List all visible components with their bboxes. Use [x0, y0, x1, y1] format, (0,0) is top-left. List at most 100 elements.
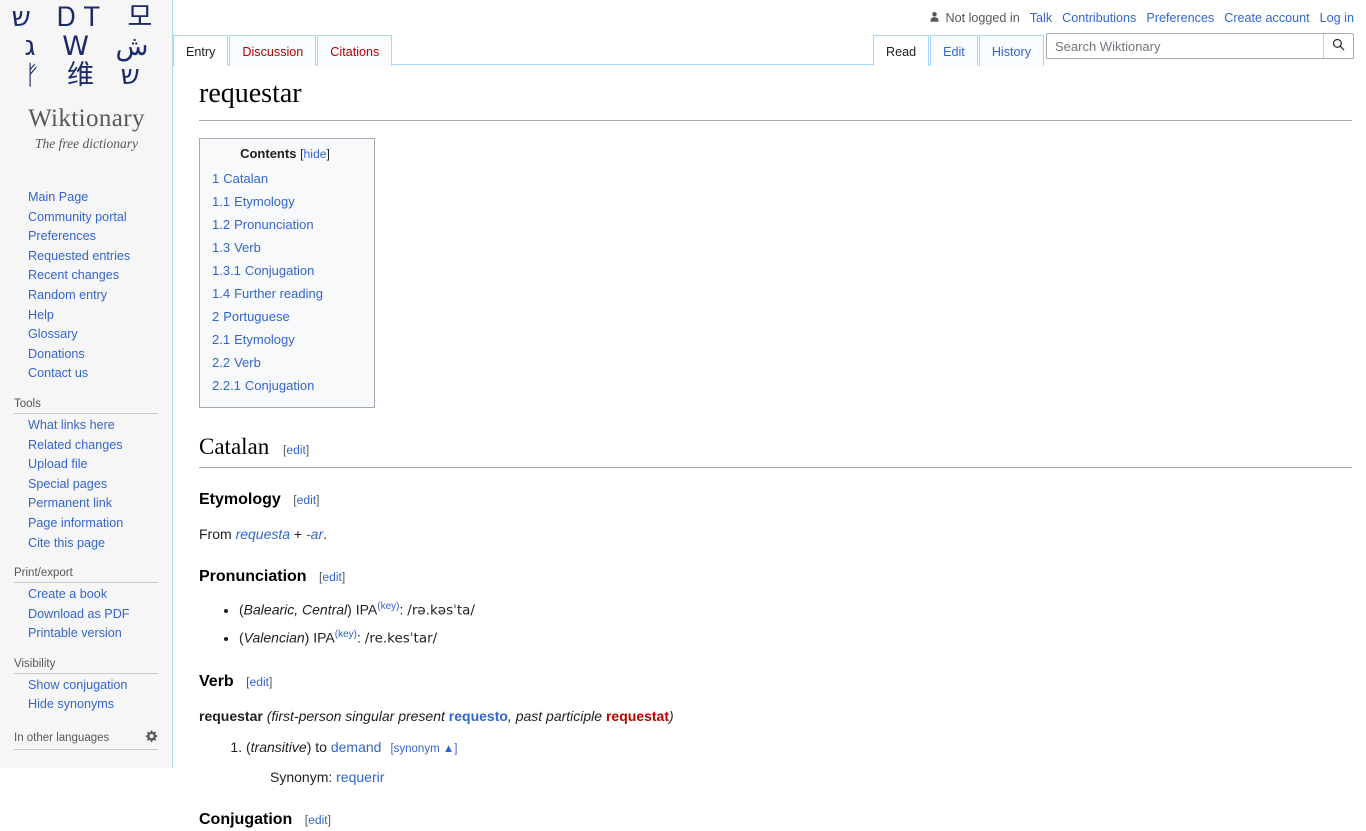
list-item[interactable]: Help [0, 306, 172, 326]
list-item[interactable]: Hide synonyms [0, 695, 172, 715]
list-item[interactable]: 1.2 Pronunciation [212, 213, 358, 236]
list-item[interactable]: Printable version [0, 624, 172, 644]
etymology-suffix-link[interactable]: -ar [306, 526, 323, 542]
inflection-link-present[interactable]: requesto [449, 708, 508, 724]
list-item[interactable]: Preferences [0, 227, 172, 247]
toc-link-catalan-further-reading[interactable]: 1.4 Further reading [212, 286, 323, 301]
list-item[interactable]: Page information [0, 514, 172, 534]
list-item[interactable]: Community portal [0, 208, 172, 228]
sidebar-item-help[interactable]: Help [0, 306, 172, 326]
sidebar-item-hide-synonyms[interactable]: Hide synonyms [0, 695, 172, 715]
sidebar-item-permanent-link[interactable]: Permanent link [0, 494, 172, 514]
sidebar-item-cite-this-page[interactable]: Cite this page [0, 534, 172, 554]
toc-link-portuguese-conjugation[interactable]: 2.2.1 Conjugation [212, 378, 314, 393]
sidebar-item-main-page[interactable]: Main Page [0, 188, 172, 208]
pron-ipa-key[interactable]: (key) [377, 601, 399, 612]
list-item[interactable]: Permanent link [0, 494, 172, 514]
sidebar-item-random-entry[interactable]: Random entry [0, 286, 172, 306]
personal-link-create-account[interactable]: Create account [1224, 11, 1309, 25]
sidebar-item-contact-us[interactable]: Contact us [0, 364, 172, 384]
edit-link[interactable]: edit [250, 675, 270, 689]
list-item[interactable]: Create a book [0, 585, 172, 605]
toc-link-portuguese[interactable]: 2 Portuguese [212, 309, 290, 324]
nyms-toggle[interactable]: [synonym ▲] [390, 743, 457, 755]
sidebar-item-what-links-here[interactable]: What links here [0, 416, 172, 436]
list-item[interactable]: Requested entries [0, 247, 172, 267]
personal-link-talk[interactable]: Talk [1030, 11, 1052, 25]
inflection-link-participle[interactable]: requestat [606, 708, 669, 724]
list-item[interactable]: Upload file [0, 455, 172, 475]
toc-link-portuguese-etymology[interactable]: 2.1 Etymology [212, 332, 295, 347]
sidebar-item-related-changes[interactable]: Related changes [0, 436, 172, 456]
personal-link-log-in[interactable]: Log in [1320, 11, 1354, 25]
tab-citations[interactable]: Citations [317, 35, 393, 66]
list-item[interactable]: 1 Catalan [212, 167, 358, 190]
personal-link-preferences[interactable]: Preferences [1146, 11, 1214, 25]
sidebar-item-page-information[interactable]: Page information [0, 514, 172, 534]
personal-link-contributions[interactable]: Contributions [1062, 11, 1136, 25]
list-item[interactable]: 1.3.1 Conjugation [212, 259, 358, 282]
toc-link-catalan[interactable]: 1 Catalan [212, 171, 268, 186]
list-item[interactable]: 1.1 Etymology [212, 190, 358, 213]
tab-read[interactable]: Read [873, 35, 930, 66]
tab-edit[interactable]: Edit [930, 35, 978, 66]
list-item[interactable]: 2 Portuguese [212, 305, 358, 328]
search-box[interactable] [1046, 33, 1354, 59]
tab-discussion[interactable]: Discussion [229, 35, 317, 66]
list-item[interactable]: 2.2 Verb [212, 351, 358, 374]
toc-toggle[interactable]: [hide] [300, 147, 330, 161]
sidebar-item-donations[interactable]: Donations [0, 345, 172, 365]
toc-link-catalan-verb[interactable]: 1.3 Verb [212, 240, 261, 255]
list-item[interactable]: 2.2.1 Conjugation [212, 374, 358, 397]
list-item[interactable]: Related changes [0, 436, 172, 456]
list-item[interactable]: Show conjugation [0, 676, 172, 696]
list-item[interactable]: 1.3 Verb [212, 236, 358, 259]
list-item[interactable]: Special pages [0, 475, 172, 495]
sidebar-item-show-conjugation[interactable]: Show conjugation [0, 676, 172, 696]
sidebar-item-community-portal[interactable]: Community portal [0, 208, 172, 228]
list-item[interactable]: Recent changes [0, 266, 172, 286]
search-button[interactable] [1323, 34, 1353, 58]
etymology-root-link[interactable]: requesta [236, 526, 290, 542]
tab-entry[interactable]: Entry [173, 35, 229, 66]
list-item[interactable]: Contact us [0, 364, 172, 384]
edit-link[interactable]: edit [297, 493, 317, 507]
sidebar-item-special-pages[interactable]: Special pages [0, 475, 172, 495]
toc-toggle-link[interactable]: hide [303, 147, 326, 161]
sidebar-item-create-a-book[interactable]: Create a book [0, 585, 172, 605]
list-item[interactable]: Donations [0, 345, 172, 365]
edit-link[interactable]: edit [322, 570, 342, 584]
synonym-link-requerir[interactable]: requerir [336, 769, 384, 785]
sidebar-item-upload-file[interactable]: Upload file [0, 455, 172, 475]
list-item[interactable]: 1.4 Further reading [212, 282, 358, 305]
list-item[interactable]: Cite this page [0, 534, 172, 554]
gear-icon[interactable] [144, 729, 158, 746]
ipa-key-link[interactable]: (key) [335, 629, 357, 640]
sidebar-item-preferences[interactable]: Preferences [0, 227, 172, 247]
edit-link[interactable]: edit [308, 813, 328, 827]
sidebar-item-recent-changes[interactable]: Recent changes [0, 266, 172, 286]
toc-link-catalan-conjugation[interactable]: 1.3.1 Conjugation [212, 263, 314, 278]
toc-link-catalan-etymology[interactable]: 1.1 Etymology [212, 194, 295, 209]
ipa-key-link[interactable]: (key) [377, 601, 399, 612]
list-item[interactable]: Glossary [0, 325, 172, 345]
gloss-link-demand[interactable]: demand [331, 739, 382, 755]
tab-history[interactable]: History [978, 35, 1044, 66]
toc-link-portuguese-verb[interactable]: 2.2 Verb [212, 355, 261, 370]
pronunciation-list: (Balearic, Central) IPA(key): /rə.kəsˈta… [199, 598, 1352, 650]
etymology-plus: + [290, 526, 307, 543]
list-item[interactable]: Random entry [0, 286, 172, 306]
sidebar-item-requested-entries[interactable]: Requested entries [0, 247, 172, 267]
list-item[interactable]: Main Page [0, 188, 172, 208]
list-item[interactable]: What links here [0, 416, 172, 436]
sidebar-item-glossary[interactable]: Glossary [0, 325, 172, 345]
list-item[interactable]: Download as PDF [0, 605, 172, 625]
toc-link-catalan-pronunciation[interactable]: 1.2 Pronunciation [212, 217, 314, 232]
pron-ipa-key[interactable]: (key) [335, 629, 357, 640]
sidebar-item-download-as-pdf[interactable]: Download as PDF [0, 605, 172, 625]
search-input[interactable] [1047, 34, 1323, 58]
sidebar-item-printable-version[interactable]: Printable version [0, 624, 172, 644]
list-item[interactable]: 2.1 Etymology [212, 328, 358, 351]
site-logo[interactable]: ש ᎠᎢ 모 ג W ش ᚠ 维 ש Wiktionary The free d… [0, 0, 173, 160]
edit-link[interactable]: edit [286, 443, 306, 457]
